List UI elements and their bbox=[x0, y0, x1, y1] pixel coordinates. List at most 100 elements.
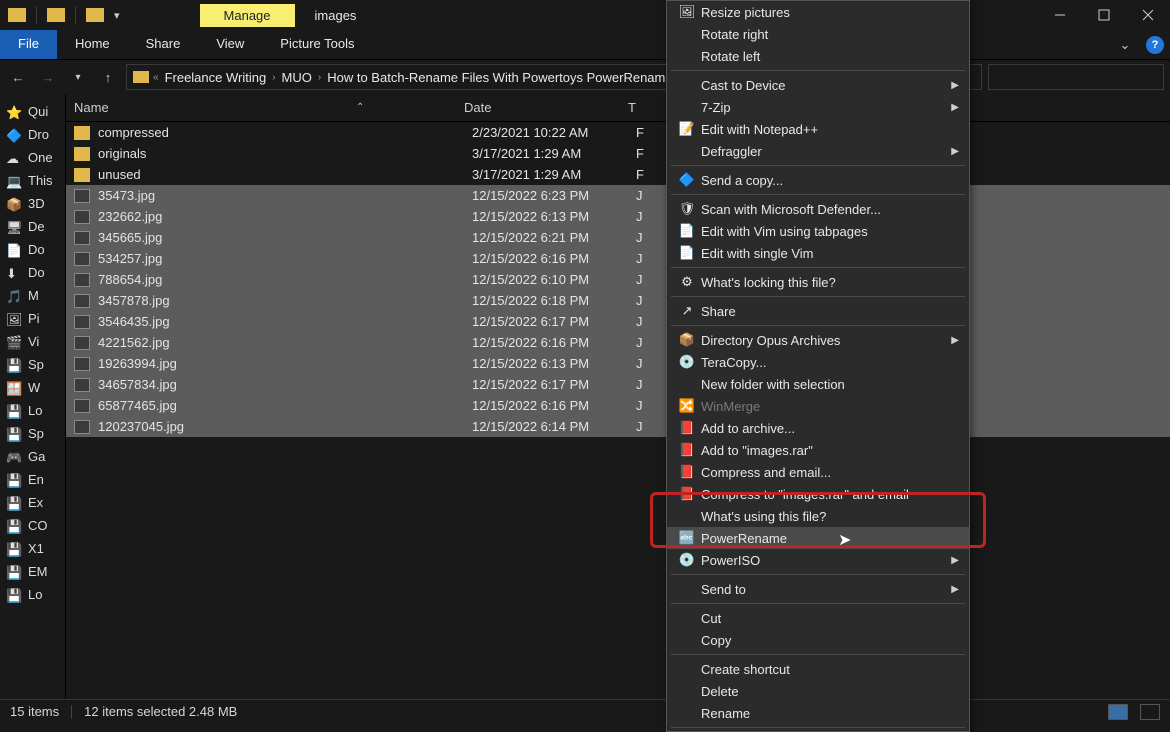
sidebar-item[interactable]: 🪟W bbox=[0, 376, 65, 399]
sidebar-item[interactable]: 🎬Vi bbox=[0, 330, 65, 353]
sidebar-item[interactable]: 🖥De bbox=[0, 215, 65, 238]
sidebar-item[interactable]: ⬇Do bbox=[0, 261, 65, 284]
quick-access-icon[interactable] bbox=[86, 8, 104, 22]
sidebar-item[interactable]: 🎮Ga bbox=[0, 445, 65, 468]
file-row[interactable]: originals 3/17/2021 1:29 AM F bbox=[66, 143, 1170, 164]
menu-item[interactable]: Cast to Device ▶ bbox=[667, 74, 969, 96]
file-row[interactable]: 3546435.jpg 12/15/2022 6:17 PM J bbox=[66, 311, 1170, 332]
file-row[interactable]: compressed 2/23/2021 10:22 AM F bbox=[66, 122, 1170, 143]
sidebar-item[interactable]: 💾CO bbox=[0, 514, 65, 537]
file-row[interactable]: 4221562.jpg 12/15/2022 6:16 PM J bbox=[66, 332, 1170, 353]
file-row[interactable]: unused 3/17/2021 1:29 AM F bbox=[66, 164, 1170, 185]
breadcrumb[interactable]: How to Batch-Rename Files With Powertoys… bbox=[325, 70, 674, 85]
file-row[interactable]: 34657834.jpg 12/15/2022 6:17 PM J bbox=[66, 374, 1170, 395]
menu-item[interactable]: 📕 Add to "images.rar" bbox=[667, 439, 969, 461]
column-header[interactable]: Name ⌃ Date T bbox=[66, 94, 1170, 122]
menu-item[interactable]: 📦 Directory Opus Archives ▶ bbox=[667, 329, 969, 351]
menu-item[interactable]: 🔤 PowerRename bbox=[667, 527, 969, 549]
menu-item[interactable]: 🔷 Send a copy... bbox=[667, 169, 969, 191]
details-view-button[interactable] bbox=[1108, 704, 1128, 720]
file-row[interactable]: 65877465.jpg 12/15/2022 6:16 PM J bbox=[66, 395, 1170, 416]
breadcrumb[interactable]: Freelance Writing bbox=[163, 70, 269, 85]
view-tab[interactable]: View bbox=[198, 30, 262, 59]
sidebar-item[interactable]: 💾Sp bbox=[0, 353, 65, 376]
help-button[interactable]: ? bbox=[1140, 30, 1170, 59]
menu-item[interactable]: What's using this file? bbox=[667, 505, 969, 527]
sidebar-item[interactable]: 🔷Dro bbox=[0, 123, 65, 146]
picture-tools-tab[interactable]: Picture Tools bbox=[262, 30, 372, 59]
sidebar-item[interactable]: 💾Sp bbox=[0, 422, 65, 445]
menu-item[interactable]: 📕 Compress and email... bbox=[667, 461, 969, 483]
menu-item[interactable]: 📄 Edit with Vim using tabpages bbox=[667, 220, 969, 242]
menu-item[interactable]: 💿 PowerISO ▶ bbox=[667, 549, 969, 571]
col-name[interactable]: Name bbox=[74, 100, 464, 115]
recent-dropdown-icon[interactable]: ▾ bbox=[66, 65, 90, 89]
sidebar-item[interactable]: 🖼Pi bbox=[0, 307, 65, 330]
sidebar-item[interactable]: 💾Lo bbox=[0, 583, 65, 606]
file-name: unused bbox=[98, 167, 472, 182]
sidebar-item[interactable]: 💾X1 bbox=[0, 537, 65, 560]
menu-item[interactable]: 🛡 Scan with Microsoft Defender... bbox=[667, 198, 969, 220]
col-type[interactable]: T bbox=[628, 100, 636, 115]
file-row[interactable]: 3457878.jpg 12/15/2022 6:18 PM J bbox=[66, 290, 1170, 311]
menu-item[interactable]: Send to ▶ bbox=[667, 578, 969, 600]
sidebar-item[interactable]: 💾Ex bbox=[0, 491, 65, 514]
menu-item-icon: 🔀 bbox=[677, 398, 697, 414]
menu-item[interactable]: 💿 TeraCopy... bbox=[667, 351, 969, 373]
large-icons-view-button[interactable] bbox=[1140, 704, 1160, 720]
share-tab[interactable]: Share bbox=[128, 30, 199, 59]
home-tab[interactable]: Home bbox=[57, 30, 128, 59]
minimize-button[interactable] bbox=[1038, 0, 1082, 30]
file-tab[interactable]: File bbox=[0, 30, 57, 59]
sidebar-item[interactable]: 🎵M bbox=[0, 284, 65, 307]
menu-item[interactable]: Rotate left bbox=[667, 45, 969, 67]
menu-item[interactable]: Rotate right bbox=[667, 23, 969, 45]
sidebar-item[interactable]: 📦3D bbox=[0, 192, 65, 215]
menu-item[interactable]: Cut bbox=[667, 607, 969, 629]
menu-item[interactable]: ↗ Share bbox=[667, 300, 969, 322]
breadcrumb[interactable]: MUO bbox=[280, 70, 314, 85]
sidebar-item[interactable]: 📄Do bbox=[0, 238, 65, 261]
file-row[interactable]: 232662.jpg 12/15/2022 6:13 PM J bbox=[66, 206, 1170, 227]
qat-dropdown-icon[interactable]: ▾ bbox=[114, 9, 120, 22]
sidebar-item[interactable]: ☁One bbox=[0, 146, 65, 169]
menu-item[interactable]: 📕 Compress to "images.rar" and email bbox=[667, 483, 969, 505]
file-row[interactable]: 788654.jpg 12/15/2022 6:10 PM J bbox=[66, 269, 1170, 290]
menu-item[interactable]: New folder with selection bbox=[667, 373, 969, 395]
file-row[interactable]: 345665.jpg 12/15/2022 6:21 PM J bbox=[66, 227, 1170, 248]
back-button[interactable]: ← bbox=[6, 65, 30, 89]
menu-item[interactable]: Create shortcut bbox=[667, 658, 969, 680]
file-row[interactable]: 35473.jpg 12/15/2022 6:23 PM J bbox=[66, 185, 1170, 206]
menu-item[interactable]: 📄 Edit with single Vim bbox=[667, 242, 969, 264]
menu-item[interactable]: 📕 Add to archive... bbox=[667, 417, 969, 439]
sidebar-item[interactable]: 💻This bbox=[0, 169, 65, 192]
menu-item[interactable]: Defraggler ▶ bbox=[667, 140, 969, 162]
col-date[interactable]: Date bbox=[464, 100, 628, 115]
menu-item[interactable]: ⚙ What's locking this file? bbox=[667, 271, 969, 293]
ribbon-expand-icon[interactable]: ⌄ bbox=[1110, 30, 1140, 59]
sidebar-item[interactable]: 💾En bbox=[0, 468, 65, 491]
file-row[interactable]: 120237045.jpg 12/15/2022 6:14 PM J bbox=[66, 416, 1170, 437]
nav-sidebar[interactable]: ⭐Qui🔷Dro☁One💻This📦3D🖥De📄Do⬇Do🎵M🖼Pi🎬Vi💾Sp… bbox=[0, 94, 66, 699]
up-button[interactable]: ↑ bbox=[96, 65, 120, 89]
search-input[interactable] bbox=[988, 64, 1164, 90]
sidebar-item[interactable]: ⭐Qui bbox=[0, 100, 65, 123]
maximize-button[interactable] bbox=[1082, 0, 1126, 30]
menu-item[interactable]: 🖼 Resize pictures bbox=[667, 1, 969, 23]
quick-access-icon[interactable] bbox=[8, 8, 26, 22]
file-row[interactable]: 534257.jpg 12/15/2022 6:16 PM J bbox=[66, 248, 1170, 269]
menu-item[interactable]: Delete bbox=[667, 680, 969, 702]
file-row[interactable]: 19263994.jpg 12/15/2022 6:13 PM J bbox=[66, 353, 1170, 374]
menu-item[interactable]: Copy bbox=[667, 629, 969, 651]
sidebar-item-label: Pi bbox=[28, 311, 40, 326]
menu-item[interactable]: 📝 Edit with Notepad++ bbox=[667, 118, 969, 140]
menu-item[interactable]: 7-Zip ▶ bbox=[667, 96, 969, 118]
sidebar-item[interactable]: 💾EM bbox=[0, 560, 65, 583]
close-button[interactable] bbox=[1126, 0, 1170, 30]
file-date: 12/15/2022 6:16 PM bbox=[472, 251, 636, 266]
menu-item[interactable]: Rename bbox=[667, 702, 969, 724]
forward-button[interactable]: → bbox=[36, 65, 60, 89]
quick-access-icon[interactable] bbox=[47, 8, 65, 22]
sidebar-item[interactable]: 💾Lo bbox=[0, 399, 65, 422]
manage-tab[interactable]: Manage bbox=[200, 4, 295, 27]
